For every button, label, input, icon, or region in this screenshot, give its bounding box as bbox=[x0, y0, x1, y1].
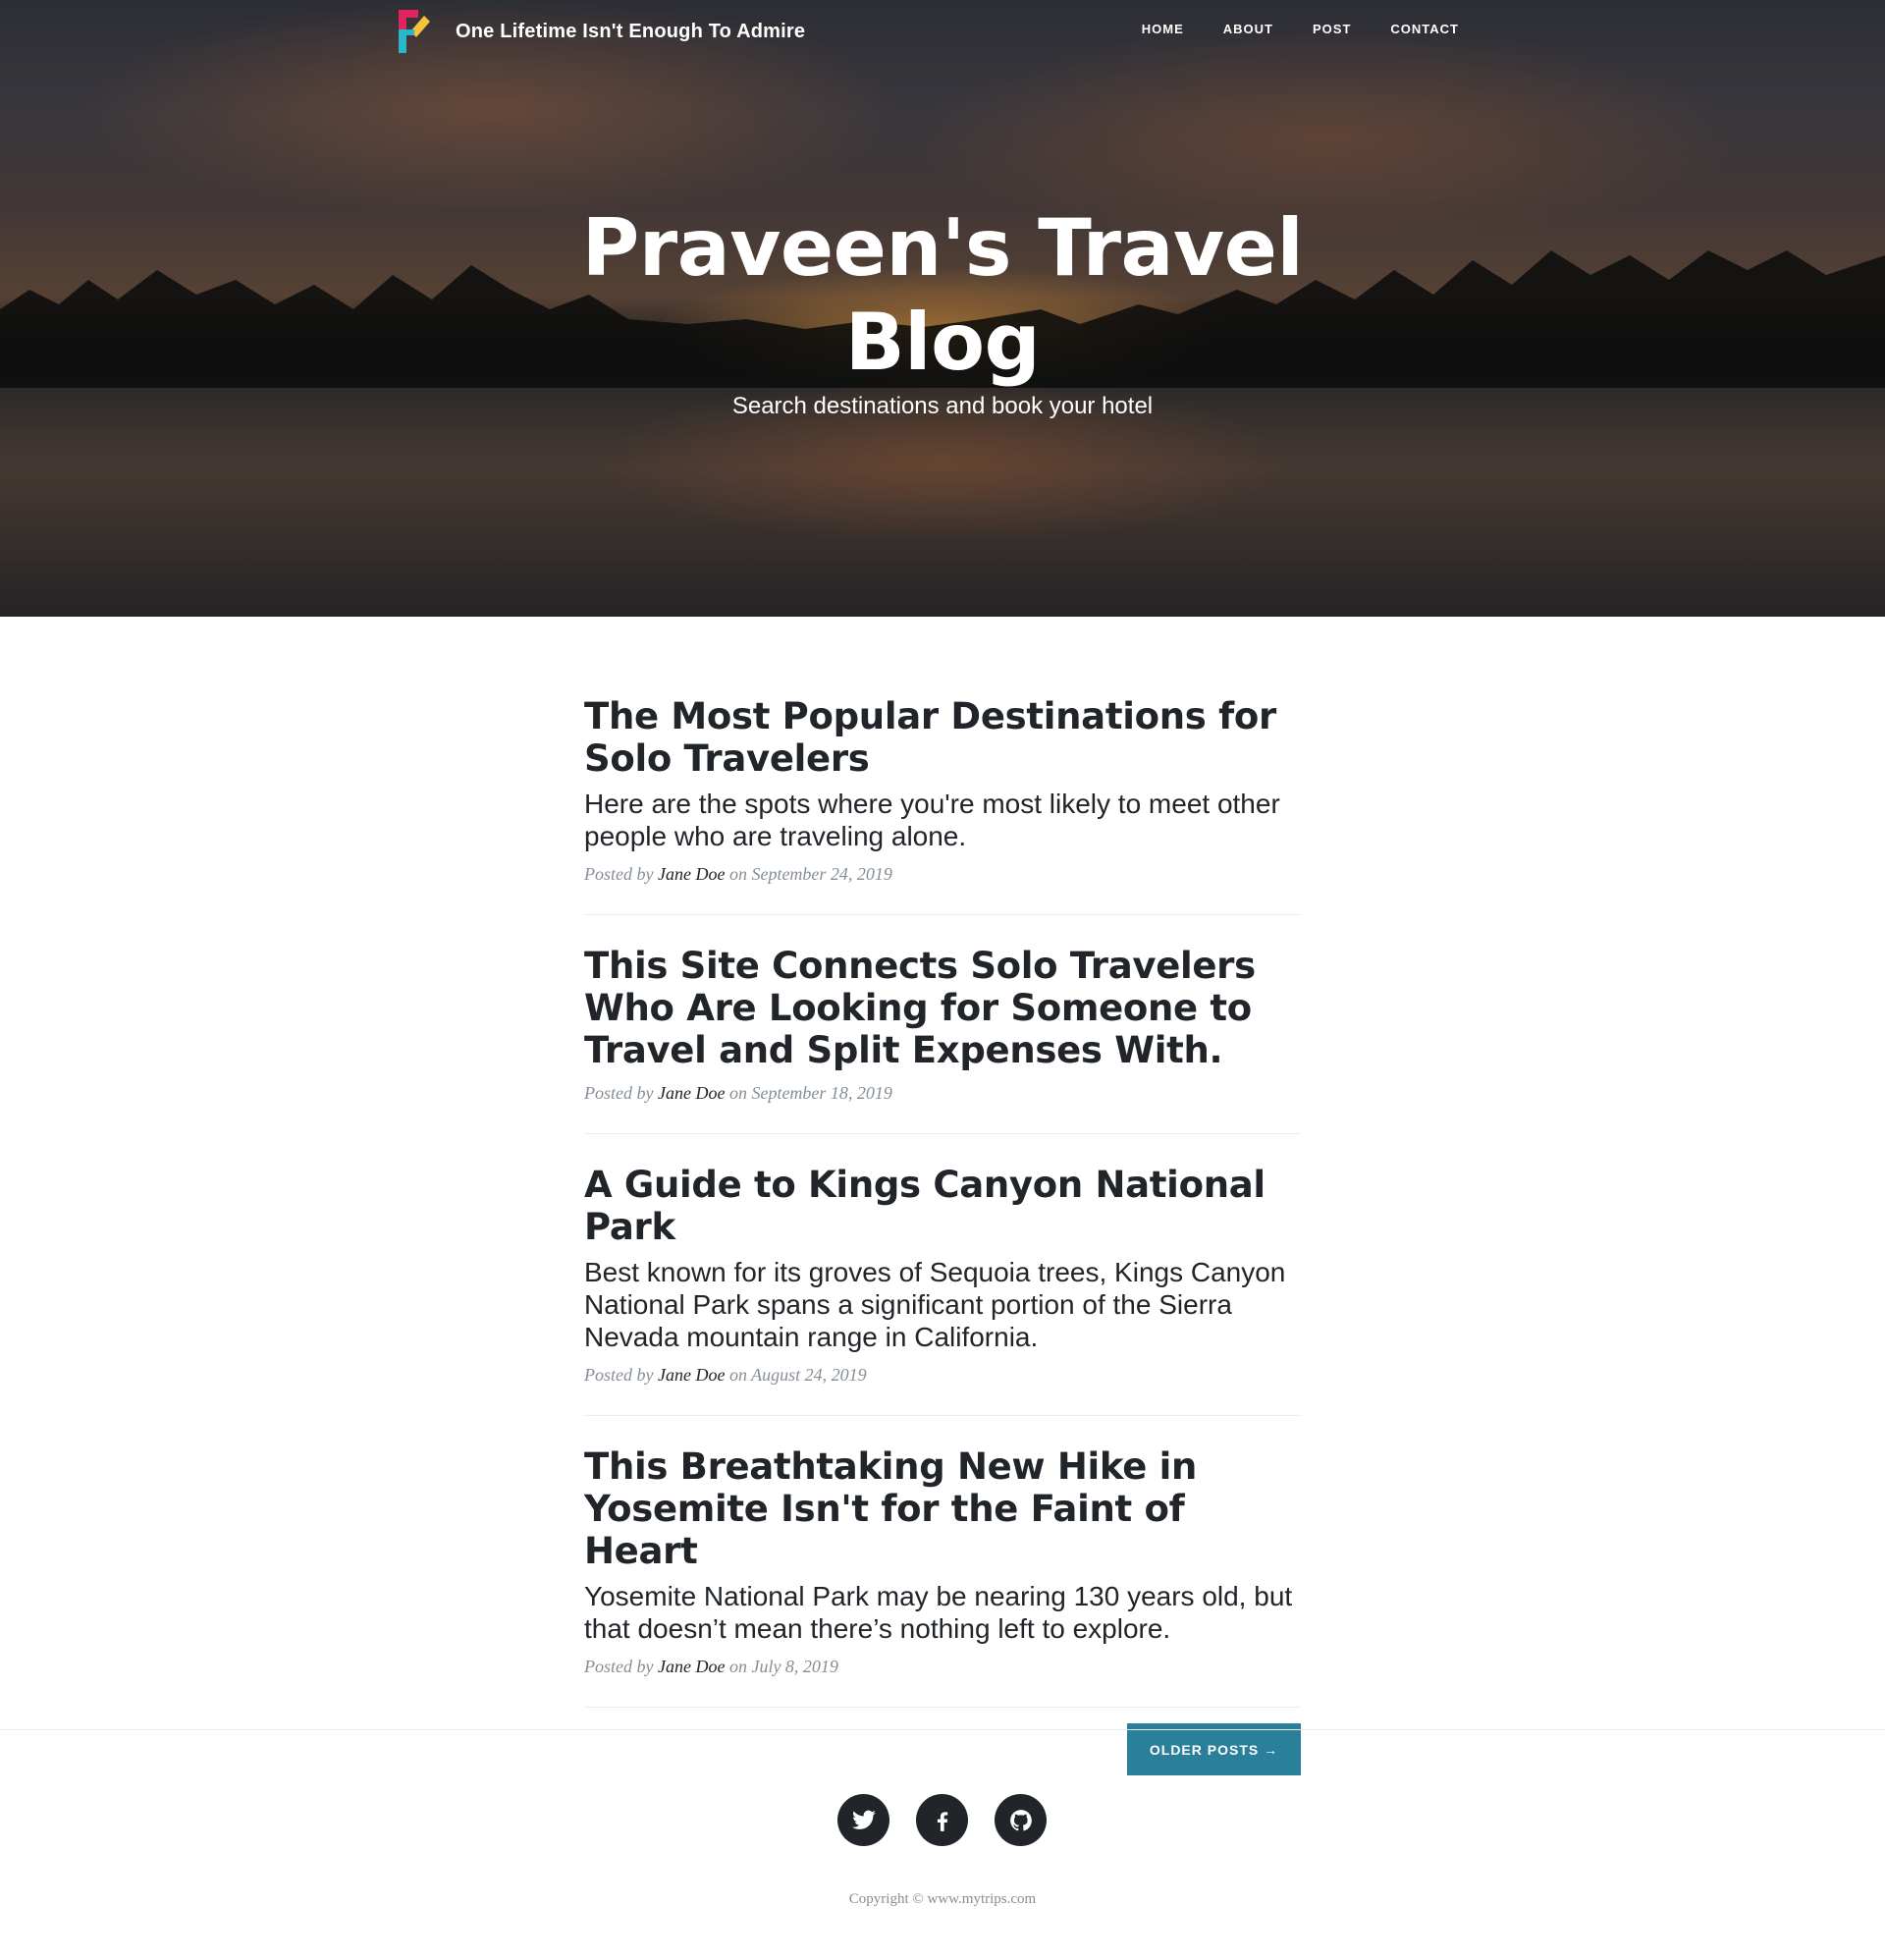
facebook-link[interactable] bbox=[916, 1794, 968, 1846]
github-link[interactable] bbox=[995, 1794, 1047, 1846]
pager: OLDER POSTS → bbox=[584, 1723, 1301, 1775]
post-meta: Posted by Jane Doe on July 8, 2019 bbox=[584, 1657, 1301, 1677]
nav-post[interactable]: POST bbox=[1313, 22, 1351, 36]
brand[interactable]: One Lifetime Isn't Enough To Admire bbox=[399, 10, 805, 53]
nav-about[interactable]: ABOUT bbox=[1223, 22, 1273, 36]
post-title[interactable]: The Most Popular Destinations for Solo T… bbox=[584, 695, 1301, 780]
post-preview: The Most Popular Destinations for Solo T… bbox=[584, 695, 1301, 915]
brand-title[interactable]: One Lifetime Isn't Enough To Admire bbox=[456, 21, 805, 43]
post-date: September 18, 2019 bbox=[751, 1083, 892, 1103]
hero-subtitle: Search destinations and book your hotel bbox=[731, 393, 1154, 419]
post-meta-on: on bbox=[728, 1083, 747, 1103]
twitter-icon bbox=[851, 1810, 876, 1829]
post-preview: A Guide to Kings Canyon National Park Be… bbox=[584, 1164, 1301, 1416]
post-meta-prefix: Posted by bbox=[584, 1657, 654, 1676]
post-subtitle[interactable]: Best known for its groves of Sequoia tre… bbox=[584, 1256, 1301, 1353]
brand-logo-icon bbox=[399, 10, 430, 53]
post-author-link[interactable]: Jane Doe bbox=[658, 1365, 725, 1385]
post-preview: This Site Connects Solo Travelers Who Ar… bbox=[584, 945, 1301, 1134]
post-preview: This Breathtaking New Hike in Yosemite I… bbox=[584, 1445, 1301, 1708]
post-title[interactable]: This Site Connects Solo Travelers Who Ar… bbox=[584, 945, 1301, 1071]
post-title[interactable]: This Breathtaking New Hike in Yosemite I… bbox=[584, 1445, 1301, 1572]
facebook-icon bbox=[937, 1811, 947, 1831]
post-author-link[interactable]: Jane Doe bbox=[658, 1657, 725, 1676]
post-subtitle[interactable]: Here are the spots where you're most lik… bbox=[584, 788, 1301, 852]
post-subtitle[interactable]: Yosemite National Park may be nearing 13… bbox=[584, 1580, 1301, 1645]
post-meta-prefix: Posted by bbox=[584, 1365, 654, 1385]
post-date: August 24, 2019 bbox=[751, 1365, 867, 1385]
post-date: September 24, 2019 bbox=[751, 864, 892, 884]
older-posts-button[interactable]: OLDER POSTS → bbox=[1127, 1723, 1301, 1775]
twitter-link[interactable] bbox=[837, 1794, 889, 1846]
hero-title: Praveen's Travel Blog bbox=[581, 202, 1304, 388]
post-meta: Posted by Jane Doe on August 24, 2019 bbox=[584, 1365, 1301, 1386]
nav-home[interactable]: HOME bbox=[1142, 22, 1184, 36]
main-nav: HOME ABOUT POST CONTACT bbox=[1103, 22, 1459, 36]
post-meta-on: on bbox=[728, 1657, 747, 1676]
social-links bbox=[837, 1794, 1047, 1846]
post-meta: Posted by Jane Doe on September 24, 2019 bbox=[584, 864, 1301, 885]
post-meta-prefix: Posted by bbox=[584, 1083, 654, 1103]
post-list: The Most Popular Destinations for Solo T… bbox=[584, 695, 1301, 1775]
post-date: July 8, 2019 bbox=[751, 1657, 838, 1676]
post-author-link[interactable]: Jane Doe bbox=[658, 1083, 725, 1103]
masthead: One Lifetime Isn't Enough To Admire HOME… bbox=[0, 0, 1885, 617]
copyright: Copyright © www.mytrips.com bbox=[848, 1891, 1037, 1907]
post-meta-on: on bbox=[728, 1365, 747, 1385]
nav-contact[interactable]: CONTACT bbox=[1390, 22, 1459, 36]
post-meta: Posted by Jane Doe on September 18, 2019 bbox=[584, 1083, 1301, 1104]
github-icon bbox=[1009, 1809, 1032, 1830]
post-meta-prefix: Posted by bbox=[584, 864, 654, 884]
post-author-link[interactable]: Jane Doe bbox=[658, 864, 725, 884]
post-meta-on: on bbox=[728, 864, 747, 884]
footer-divider bbox=[0, 1729, 1885, 1730]
post-title[interactable]: A Guide to Kings Canyon National Park bbox=[584, 1164, 1301, 1248]
